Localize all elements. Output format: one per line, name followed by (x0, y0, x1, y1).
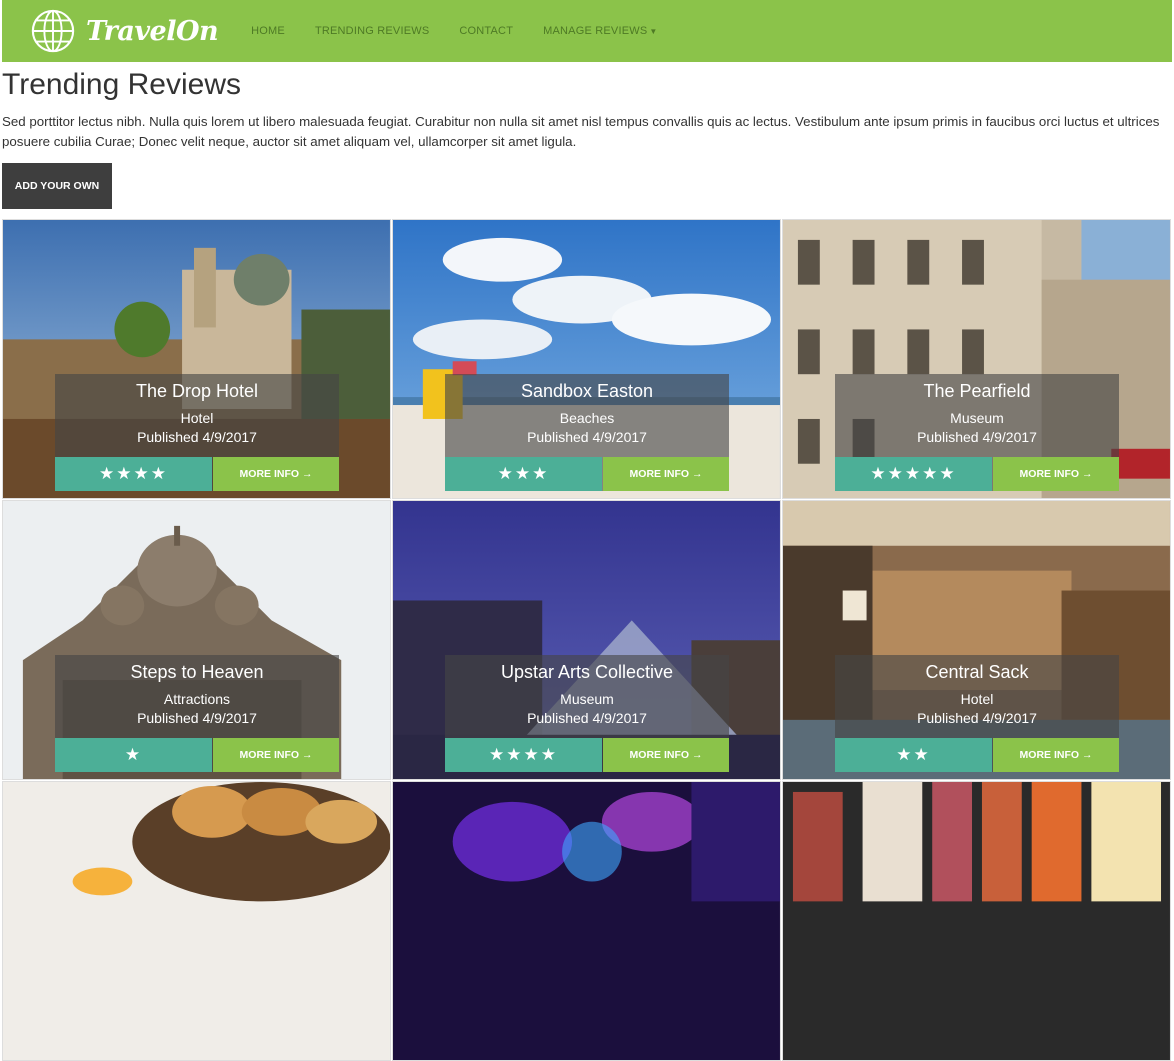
card-title: Steps to Heaven (130, 662, 264, 682)
card-actions: ★★★★ MORE INFO → (445, 738, 729, 772)
brand-name: TravelOn (86, 15, 219, 47)
brand[interactable]: TravelOn (30, 8, 219, 54)
card-published-date: Published 4/9/2017 (527, 710, 647, 726)
review-card: The Pearfield Museum Published 4/9/2017 … (782, 219, 1171, 499)
card-title: Sandbox Easton (520, 381, 654, 401)
card-overlay: Steps to Heaven Attractions Published 4/… (55, 655, 339, 772)
card-title: Central Sack (925, 662, 1029, 682)
intro-text: Sed porttitor lectus nibh. Nulla quis lo… (2, 114, 1160, 149)
card-actions: ★★★ MORE INFO → (445, 457, 729, 491)
review-card (782, 781, 1171, 1061)
card-title: The Pearfield (923, 381, 1031, 401)
nav-manage-reviews[interactable]: MANAGE REVIEWS ▼ (528, 25, 672, 37)
more-info-button[interactable]: MORE INFO → (603, 738, 729, 772)
reviews-grid: The Drop Hotel Hotel Published 4/9/2017 … (2, 219, 1172, 1061)
card-title: Upstar Arts Collective (500, 662, 674, 682)
card-published-date: Published 4/9/2017 (917, 710, 1037, 726)
more-info-button[interactable]: MORE INFO → (213, 457, 339, 491)
more-info-button[interactable]: MORE INFO → (993, 457, 1119, 491)
star-rating: ★★ (835, 738, 992, 772)
add-your-own-button[interactable]: ADD YOUR OWN (2, 163, 112, 209)
card-published-date: Published 4/9/2017 (137, 429, 257, 445)
star-rating: ★★★ (445, 457, 602, 491)
nightclub-photo (393, 782, 780, 1060)
card-actions: ★★★★★ MORE INFO → (835, 457, 1119, 491)
review-card (2, 781, 391, 1061)
card-category: Hotel (960, 691, 994, 707)
top-navbar: TravelOn HOME TRENDING REVIEWS CONTACT M… (2, 0, 1172, 62)
star-rating: ★★★★ (55, 457, 212, 491)
card-published-date: Published 4/9/2017 (137, 710, 257, 726)
globe-icon (31, 9, 75, 53)
card-published-date: Published 4/9/2017 (527, 429, 647, 445)
card-overlay: Central Sack Hotel Published 4/9/2017 ★★… (835, 655, 1119, 772)
card-actions: ★★★★ MORE INFO → (55, 457, 339, 491)
more-info-button[interactable]: MORE INFO → (603, 457, 729, 491)
review-card: Sandbox Easton Beaches Published 4/9/201… (392, 219, 781, 499)
card-category: Beaches (559, 410, 615, 426)
review-card (392, 781, 781, 1061)
review-card: Steps to Heaven Attractions Published 4/… (2, 500, 391, 780)
bread-basket-photo (3, 782, 390, 1060)
card-title: The Drop Hotel (135, 381, 259, 401)
nav-links: HOME TRENDING REVIEWS CONTACT MANAGE REV… (236, 25, 672, 37)
nav-trending-reviews[interactable]: TRENDING REVIEWS (300, 25, 444, 37)
nav-contact[interactable]: CONTACT (444, 25, 528, 37)
star-rating: ★ (55, 738, 212, 772)
food-platter-photo (783, 782, 1170, 1060)
review-card: Upstar Arts Collective Museum Published … (392, 500, 781, 780)
star-rating: ★★★★★ (835, 457, 992, 491)
card-published-date: Published 4/9/2017 (917, 429, 1037, 445)
card-category: Museum (560, 691, 614, 707)
review-card: The Drop Hotel Hotel Published 4/9/2017 … (2, 219, 391, 499)
review-card: Central Sack Hotel Published 4/9/2017 ★★… (782, 500, 1171, 780)
nav-manage-reviews-label: MANAGE REVIEWS (543, 25, 648, 37)
card-category: Museum (950, 410, 1004, 426)
card-overlay: Sandbox Easton Beaches Published 4/9/201… (445, 374, 729, 491)
star-rating: ★★★★ (445, 738, 602, 772)
more-info-button[interactable]: MORE INFO → (213, 738, 339, 772)
card-actions: ★ MORE INFO → (55, 738, 339, 772)
nav-home[interactable]: HOME (236, 25, 300, 37)
card-category: Hotel (180, 410, 214, 426)
card-overlay: The Drop Hotel Hotel Published 4/9/2017 … (55, 374, 339, 491)
card-overlay: Upstar Arts Collective Museum Published … (445, 655, 729, 772)
card-overlay: The Pearfield Museum Published 4/9/2017 … (835, 374, 1119, 491)
card-actions: ★★ MORE INFO → (835, 738, 1119, 772)
card-category: Attractions (163, 691, 231, 707)
more-info-button[interactable]: MORE INFO → (993, 738, 1119, 772)
caret-down-icon: ▼ (649, 27, 658, 36)
page-title: Trending Reviews (2, 68, 241, 101)
